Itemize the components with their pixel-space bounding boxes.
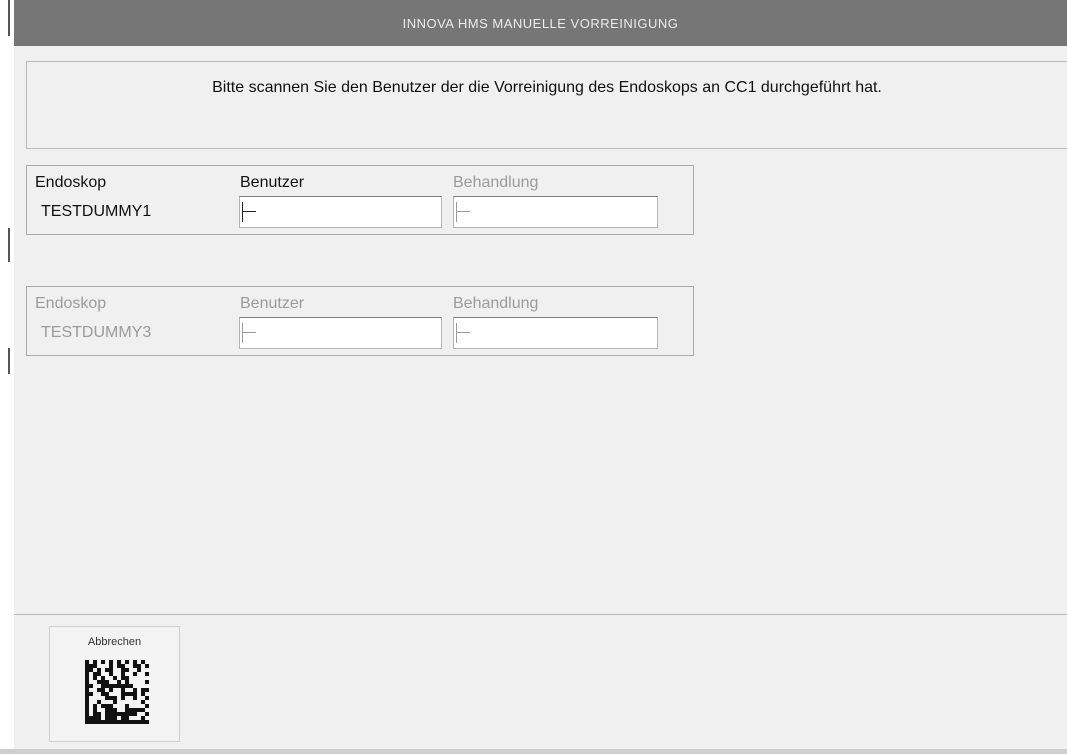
user-input[interactable]: [239, 196, 442, 228]
text-cursor-icon: [242, 202, 256, 222]
edge-mark: [8, 348, 10, 374]
left-edge: [0, 0, 10, 754]
instruction-panel: Bitte scannen Sie den Benutzer der die V…: [26, 61, 1067, 149]
treatment-header: Behandlung: [453, 174, 539, 191]
endoscope-header: Endoskop: [35, 174, 107, 191]
treatment-input[interactable]: [453, 196, 658, 228]
cancel-label: Abbrechen: [87, 636, 142, 648]
app-window: INNOVA HMS MANUELLE VORREINIGUNG Bitte s…: [14, 0, 1067, 749]
window-title: INNOVA HMS MANUELLE VORREINIGUNG: [14, 0, 1067, 46]
bottom-border: [0, 749, 1067, 754]
cancel-button[interactable]: Abbrechen: [49, 626, 180, 742]
user-header: Benutzer: [240, 174, 305, 191]
endoscope-value: TESTDUMMY1: [41, 203, 152, 220]
endoscope-value: TESTDUMMY3: [41, 324, 152, 341]
endoscope-row-2: Endoskop Benutzer Behandlung TESTDUMMY3: [26, 286, 694, 356]
datamatrix-barcode-icon: [85, 660, 149, 724]
treatment-input[interactable]: [453, 317, 658, 349]
edge-mark: [8, 228, 10, 262]
edge-mark: [8, 0, 10, 36]
treatment-header: Behandlung: [453, 295, 539, 312]
text-cursor-icon: [456, 202, 470, 222]
instruction-text: Bitte scannen Sie den Benutzer der die V…: [212, 79, 882, 96]
footer-divider: [14, 614, 1067, 615]
user-header: Benutzer: [240, 295, 305, 312]
text-cursor-icon: [242, 323, 256, 343]
text-cursor-icon: [456, 323, 470, 343]
endoscope-row-1: Endoskop Benutzer Behandlung TESTDUMMY1: [26, 165, 694, 235]
endoscope-header: Endoskop: [35, 295, 107, 312]
user-input[interactable]: [239, 317, 442, 349]
